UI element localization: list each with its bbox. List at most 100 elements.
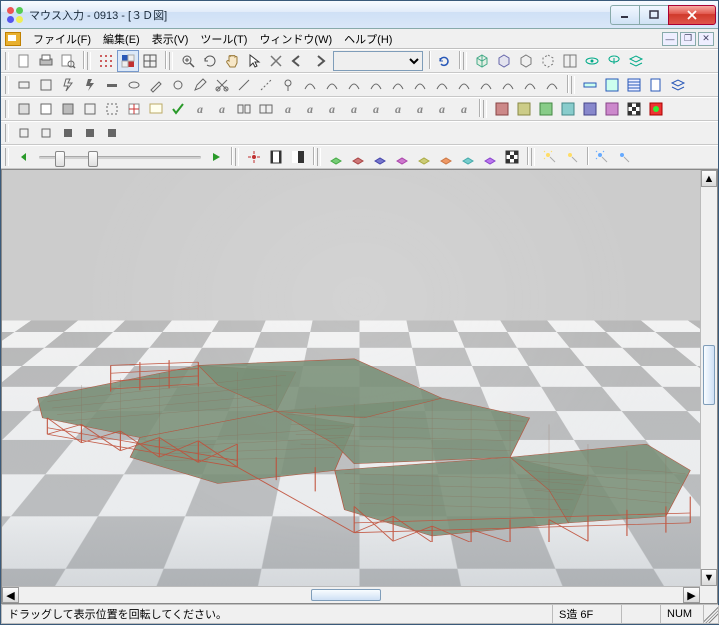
p4-button[interactable] [391, 146, 413, 168]
toolbar-grip[interactable] [317, 148, 321, 166]
tool-pin-button[interactable] [277, 74, 299, 96]
fill-5-button[interactable] [579, 98, 601, 120]
view-eye-button[interactable] [581, 50, 603, 72]
close-button[interactable] [668, 5, 716, 25]
fill-2-button[interactable] [513, 98, 535, 120]
view-iso3-button[interactable] [515, 50, 537, 72]
light-1-button[interactable] [539, 146, 561, 168]
text-a-button[interactable]: a [189, 98, 211, 120]
tool-cut-button[interactable] [211, 74, 233, 96]
toolbar-grip[interactable] [5, 124, 9, 142]
scrollbar-horizontal[interactable]: ◀ ▶ [2, 586, 700, 603]
new-button[interactable] [13, 50, 35, 72]
p2-button[interactable] [347, 146, 369, 168]
text-b-button[interactable]: a [211, 98, 233, 120]
p3-button[interactable] [369, 146, 391, 168]
b3-button[interactable] [57, 122, 79, 144]
text-f-button[interactable]: a [343, 98, 365, 120]
sq1-button[interactable] [13, 98, 35, 120]
mdi-minimize-button[interactable]: — [662, 32, 678, 46]
fill-3-button[interactable] [535, 98, 557, 120]
tool-line-button[interactable] [233, 74, 255, 96]
viewport-3d[interactable]: ▲ ▼ ◀ ▶ [1, 169, 718, 604]
light-3-button[interactable] [591, 146, 613, 168]
fill-1-button[interactable] [491, 98, 513, 120]
view-iso1-button[interactable] [471, 50, 493, 72]
p-checker-button[interactable] [501, 146, 523, 168]
slider-thumb-start[interactable] [55, 151, 65, 167]
fwd-arrow-button[interactable] [309, 50, 331, 72]
text-g-button[interactable]: a [365, 98, 387, 120]
grid-wire-button[interactable] [139, 50, 161, 72]
note-button[interactable] [145, 98, 167, 120]
curve-4-button[interactable] [365, 74, 387, 96]
curve-3-button[interactable] [343, 74, 365, 96]
menu-help[interactable]: ヘルプ(H) [338, 29, 398, 49]
curve-2-button[interactable] [321, 74, 343, 96]
menu-file[interactable]: ファイル(F) [27, 29, 97, 49]
sq4-button[interactable] [79, 98, 101, 120]
slider-thumb-end[interactable] [88, 151, 98, 167]
toolbar-grip[interactable] [5, 52, 9, 70]
grid-dots-button[interactable] [95, 50, 117, 72]
toolbar-grip[interactable] [87, 52, 91, 70]
view-layers-button[interactable] [625, 50, 647, 72]
b5-button[interactable] [101, 122, 123, 144]
flag-button[interactable] [645, 98, 667, 120]
b2-button[interactable] [35, 122, 57, 144]
text-e-button[interactable]: a [321, 98, 343, 120]
p7-button[interactable] [457, 146, 479, 168]
p6-button[interactable] [435, 146, 457, 168]
sq5-button[interactable] [101, 98, 123, 120]
text-k-button[interactable]: a [453, 98, 475, 120]
minimize-button[interactable] [610, 5, 640, 25]
shape-oval-button[interactable] [123, 74, 145, 96]
scroll-h-thumb[interactable] [311, 589, 381, 601]
check-button[interactable] [167, 98, 189, 120]
toolbar-grip[interactable] [463, 52, 467, 70]
beam-2-button[interactable] [601, 74, 623, 96]
panel-1-button[interactable] [623, 74, 645, 96]
scrollbar-vertical[interactable]: ▲ ▼ [700, 170, 717, 586]
pan-button[interactable] [221, 50, 243, 72]
fill-4-button[interactable] [557, 98, 579, 120]
shape-bolt2-button[interactable] [79, 74, 101, 96]
text-d-button[interactable]: a [299, 98, 321, 120]
sq3-button[interactable] [57, 98, 79, 120]
scroll-v-thumb[interactable] [703, 345, 715, 405]
toolbar-grip[interactable] [5, 100, 9, 118]
scroll-up-button[interactable]: ▲ [701, 170, 717, 187]
toolbar-grip[interactable] [531, 148, 535, 166]
view-iso4-button[interactable] [537, 50, 559, 72]
curve-8-button[interactable] [453, 74, 475, 96]
beam-1-button[interactable] [579, 74, 601, 96]
fill-6-button[interactable] [601, 98, 623, 120]
toolbar-grip[interactable] [5, 76, 9, 94]
shape-rect2-button[interactable] [35, 74, 57, 96]
print-button[interactable] [35, 50, 57, 72]
scroll-down-button[interactable]: ▼ [701, 569, 717, 586]
x-button[interactable] [265, 50, 287, 72]
view-select-dropdown[interactable] [333, 51, 423, 71]
grp1-button[interactable] [233, 98, 255, 120]
scroll-right-button[interactable]: ▶ [683, 587, 700, 603]
mdi-restore-button[interactable]: ❐ [680, 32, 696, 46]
select-arrow-button[interactable] [243, 50, 265, 72]
toolbar-grip[interactable] [235, 148, 239, 166]
tool-pen-button[interactable] [189, 74, 211, 96]
menu-edit[interactable]: 編集(E) [97, 29, 146, 49]
text-j-button[interactable]: a [431, 98, 453, 120]
flag2-button[interactable] [287, 146, 309, 168]
p1-button[interactable] [325, 146, 347, 168]
toolbar-grip[interactable] [483, 100, 487, 118]
toolbar-grip[interactable] [571, 76, 575, 94]
maximize-button[interactable] [639, 5, 669, 25]
mdi-close-button[interactable]: ✕ [698, 32, 714, 46]
prev-button[interactable] [13, 146, 35, 168]
target-button[interactable] [243, 146, 265, 168]
preview-button[interactable] [57, 50, 79, 72]
layers2-button[interactable] [667, 74, 689, 96]
refresh-button[interactable] [433, 50, 455, 72]
b1-button[interactable] [13, 122, 35, 144]
sq2-button[interactable] [35, 98, 57, 120]
